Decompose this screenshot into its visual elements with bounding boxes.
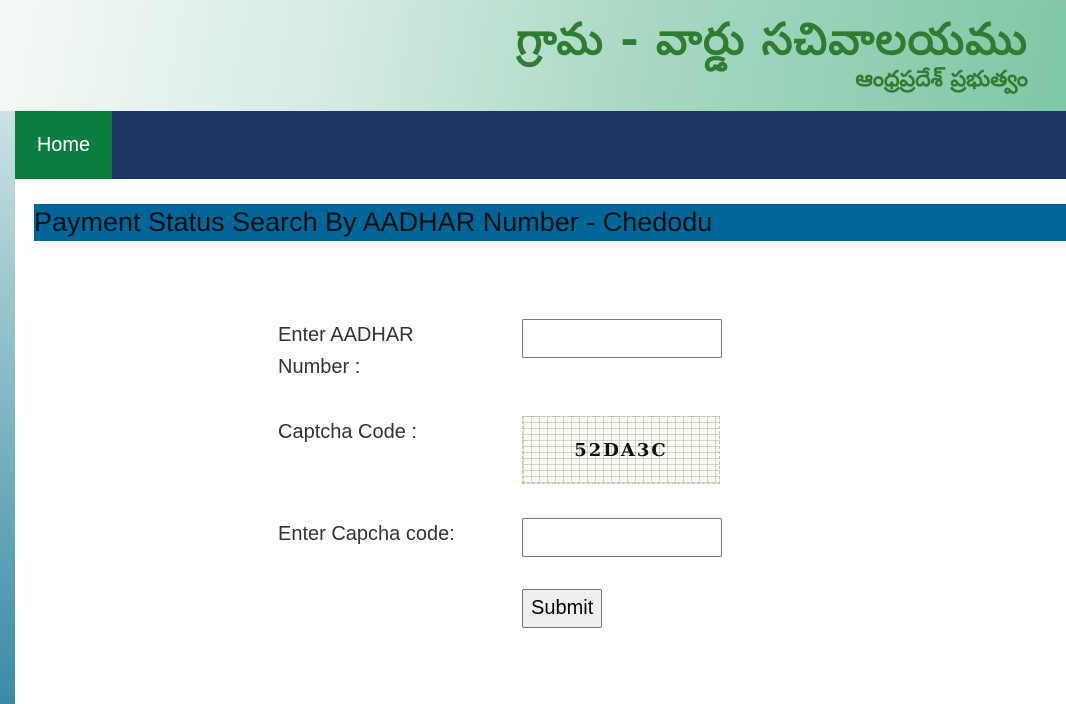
aadhar-label: Enter AADHAR Number : — [278, 319, 414, 383]
captcha-input[interactable] — [522, 518, 722, 557]
aadhar-label-line2: Number : — [278, 356, 361, 378]
main-navbar: Home — [15, 111, 1066, 179]
captcha-code-text: 52DA3C — [574, 439, 668, 461]
page-title: Payment Status Search By AADHAR Number -… — [34, 204, 1066, 241]
site-subtitle: ఆంధ్రప్రదేశ్ ప్రభుత్వం — [855, 66, 1028, 92]
aadhar-number-input[interactable] — [522, 319, 722, 358]
main-content: Payment Status Search By AADHAR Number -… — [15, 179, 1066, 704]
captcha-image: 52DA3C — [522, 416, 720, 484]
nav-home-link[interactable]: Home — [15, 111, 112, 179]
site-header: గ్రామ - వార్డు సచివాలయము ఆంధ్రప్రదేశ్ ప్… — [0, 0, 1066, 111]
submit-button[interactable]: Submit — [522, 589, 603, 628]
enter-captcha-label: Enter Capcha code: — [278, 523, 455, 545]
captcha-code-label: Captcha Code : — [278, 421, 417, 443]
aadhar-label-line1: Enter AADHAR — [278, 324, 414, 346]
